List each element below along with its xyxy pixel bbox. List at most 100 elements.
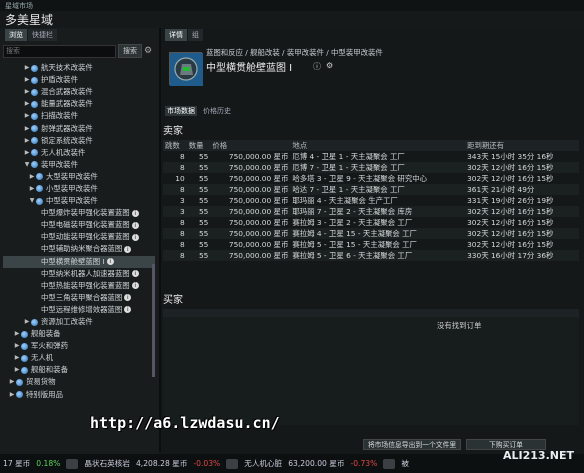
- table-row[interactable]: 8 55 750,000.00 星币 赛拉姆 3 - 卫星 2 - 天主凝聚会 工厂 3…: [163, 217, 579, 228]
- tree-node[interactable]: ▶ 资源加工改装件: [3, 316, 155, 328]
- ticker-item-name[interactable]: 被: [401, 458, 409, 469]
- tree-node[interactable]: 中型热能装甲强化装置蓝图 i: [3, 280, 155, 292]
- info-icon[interactable]: i: [131, 282, 139, 290]
- info-icon[interactable]: i: [124, 245, 132, 253]
- chevron-right-icon[interactable]: ▶: [13, 364, 21, 376]
- tree-node[interactable]: ▶ 军火和弹药: [3, 340, 155, 352]
- column-header[interactable]: 数量: [186, 140, 211, 151]
- tab-group[interactable]: 组: [188, 29, 203, 41]
- table-cell: 10: [175, 174, 185, 183]
- tree-node-label: 装甲改装件: [41, 159, 78, 169]
- info-icon[interactable]: ⓘ: [313, 61, 321, 72]
- chevron-right-icon[interactable]: ▶: [13, 352, 21, 364]
- tree-node[interactable]: 中型辅助纳米聚合器蓝图 i: [3, 243, 155, 255]
- tree-node[interactable]: ▶ 锁定系统改装件: [3, 135, 155, 147]
- column-header[interactable]: 地点: [290, 140, 466, 151]
- tree-node[interactable]: ▶ 特别版用品: [3, 389, 155, 401]
- tree-node[interactable]: ▶ 护盾改装件: [3, 74, 155, 86]
- table-row[interactable]: 8 55 750,000.00 星币 赛拉姆 5 - 卫星 15 - 天主凝聚会 工厂…: [163, 239, 579, 250]
- gear-icon[interactable]: ⚙: [144, 46, 152, 56]
- chevron-right-icon[interactable]: ▶: [13, 340, 21, 352]
- chevron-right-icon[interactable]: ▶: [23, 316, 31, 328]
- chevron-right-icon[interactable]: ▶: [23, 74, 31, 86]
- tab-market-data[interactable]: 市场数据: [165, 106, 197, 116]
- chevron-right-icon[interactable]: ▶: [13, 328, 21, 340]
- info-icon[interactable]: i: [131, 233, 139, 241]
- tree-node[interactable]: ▶ 混合武器改装件: [3, 86, 155, 98]
- table-row[interactable]: 3 55 750,000.00 星币 耶玛丽 4 - 天主凝聚会 生产工厂 331天 1…: [163, 195, 579, 206]
- table-row[interactable]: 8 55 750,000.00 星币 哈达 7 - 卫星 1 - 天主凝聚会 工厂 36…: [163, 184, 579, 195]
- table-row[interactable]: 10 55 750,000.00 星币 哈多塔 3 - 卫星 9 - 天主凝聚会 研究…: [163, 173, 579, 184]
- info-icon[interactable]: i: [131, 209, 139, 217]
- tree-node[interactable]: ▶ 射弹武器改装件: [3, 122, 155, 134]
- settings-icon[interactable]: ⚙: [326, 61, 333, 72]
- info-icon[interactable]: i: [106, 258, 114, 266]
- table-cell: 55: [198, 196, 209, 205]
- table-cell: 55: [186, 228, 211, 239]
- column-header[interactable]: 价格: [210, 140, 291, 151]
- tree-node[interactable]: 中型横贯舱壁蓝图 Ii: [3, 255, 155, 268]
- tree-scrollbar[interactable]: [152, 264, 155, 377]
- chevron-right-icon[interactable]: ▶: [8, 376, 16, 388]
- tree-node[interactable]: ▶ 舰船和装备: [3, 364, 155, 376]
- tree-node[interactable]: ▼ 中型装甲改装件: [3, 195, 155, 207]
- ticker-item-name[interactable]: 无人机心脏: [244, 458, 282, 469]
- search-field[interactable]: [3, 44, 116, 58]
- tree-node[interactable]: ▶ 大型装甲改装件: [3, 171, 155, 183]
- chevron-right-icon[interactable]: ▶: [23, 110, 31, 122]
- tree-node[interactable]: ▶ 能量武器改装件: [3, 98, 155, 110]
- tab-browse[interactable]: 浏览: [5, 29, 27, 41]
- chevron-right-icon[interactable]: ▶: [23, 98, 31, 110]
- info-icon[interactable]: i: [131, 221, 139, 229]
- blueprint-icon[interactable]: [169, 52, 203, 86]
- chevron-right-icon[interactable]: ▶: [23, 123, 31, 135]
- tree-node[interactable]: ▶ 小型装甲改装件: [3, 183, 155, 195]
- table-cell: 赛拉姆 5 - 卫星 6 - 天主凝聚会 工厂: [290, 250, 466, 261]
- info-icon[interactable]: i: [131, 270, 139, 278]
- ticker-item-name[interactable]: 晶状石英核岩: [84, 458, 130, 469]
- tab-price-history[interactable]: 价格历史: [203, 106, 231, 116]
- chevron-right-icon[interactable]: ▶: [28, 183, 36, 195]
- tree-node[interactable]: ▼ 装甲改装件: [3, 159, 155, 171]
- column-header[interactable]: 跳数: [163, 140, 187, 151]
- tree-node[interactable]: 中型动能装甲强化装置蓝图 i: [3, 231, 155, 243]
- export-button[interactable]: 将市场信息导出到一个文件里: [363, 439, 461, 450]
- tree-node[interactable]: ▶ 无人机: [3, 352, 155, 364]
- tree-node[interactable]: 中型爆炸装甲强化装置蓝图 i: [3, 207, 155, 219]
- chevron-down-icon[interactable]: ▼: [23, 159, 31, 171]
- chevron-right-icon[interactable]: ▶: [23, 147, 31, 159]
- tree-node[interactable]: ▶ 无人机改装件: [3, 147, 155, 159]
- search-input[interactable]: [6, 47, 106, 55]
- table-row[interactable]: 8 55 750,000.00 星币 厄博 7 - 卫星 1 - 天主凝聚会 工厂 30…: [163, 162, 579, 173]
- table-row[interactable]: 3 55 750,000.00 星币 耶玛丽 7 - 卫星 2 - 天主凝聚会 库房 3…: [163, 206, 579, 217]
- tree-node[interactable]: ▶ 舰船装备: [3, 328, 155, 340]
- tree-node[interactable]: 中型远程维修增效器蓝图 i: [3, 304, 155, 316]
- chevron-right-icon[interactable]: ▶: [23, 135, 31, 147]
- search-button[interactable]: 搜索: [118, 44, 142, 58]
- breadcrumb[interactable]: 蓝图和反应 / 舰船改装 / 装甲改装件 / 中型装甲改装件: [206, 47, 383, 58]
- tab-quickbar[interactable]: 快捷栏: [28, 29, 57, 41]
- chevron-right-icon[interactable]: ▶: [8, 389, 16, 401]
- tree-node[interactable]: 中型电磁装甲强化装置蓝图 i: [3, 219, 155, 231]
- tree-node[interactable]: ▶ 贸易货物: [3, 376, 155, 388]
- table-cell: 343天 15小时 35分 16秒: [467, 152, 554, 161]
- chevron-right-icon[interactable]: ▶: [23, 62, 31, 74]
- category-icon: [31, 100, 38, 108]
- info-icon[interactable]: i: [124, 306, 132, 314]
- info-icon[interactable]: i: [124, 294, 132, 302]
- chevron-right-icon[interactable]: ▶: [28, 171, 36, 183]
- chevron-down-icon[interactable]: ▼: [28, 195, 36, 207]
- tree-node[interactable]: 中型三角装甲聚合器蓝图 i: [3, 292, 155, 304]
- category-icon: [31, 137, 38, 145]
- chevron-right-icon[interactable]: ▶: [23, 86, 31, 98]
- table-row[interactable]: 8 55 750,000.00 星币 厄博 4 - 卫星 1 - 天主凝聚会 工厂 34…: [163, 151, 579, 162]
- column-header[interactable]: 距到期还有: [465, 140, 579, 151]
- table-cell: 302天 12小时 16分 15秒: [467, 174, 554, 183]
- table-row[interactable]: 8 55 750,000.00 星币 赛拉姆 4 - 卫星 15 - 天主凝聚会 工厂…: [163, 228, 579, 239]
- tree-node[interactable]: ▶ 扫描改装件: [3, 110, 155, 122]
- table-row[interactable]: 8 55 750,000.00 星币 赛拉姆 5 - 卫星 6 - 天主凝聚会 工厂 3…: [163, 250, 579, 261]
- tree-node[interactable]: ▶ 航天技术改装件: [3, 62, 155, 74]
- tree-node[interactable]: 中型纳米机器人加速器蓝图 i: [3, 268, 155, 280]
- tab-details[interactable]: 详情: [165, 29, 187, 41]
- category-icon: [21, 366, 28, 374]
